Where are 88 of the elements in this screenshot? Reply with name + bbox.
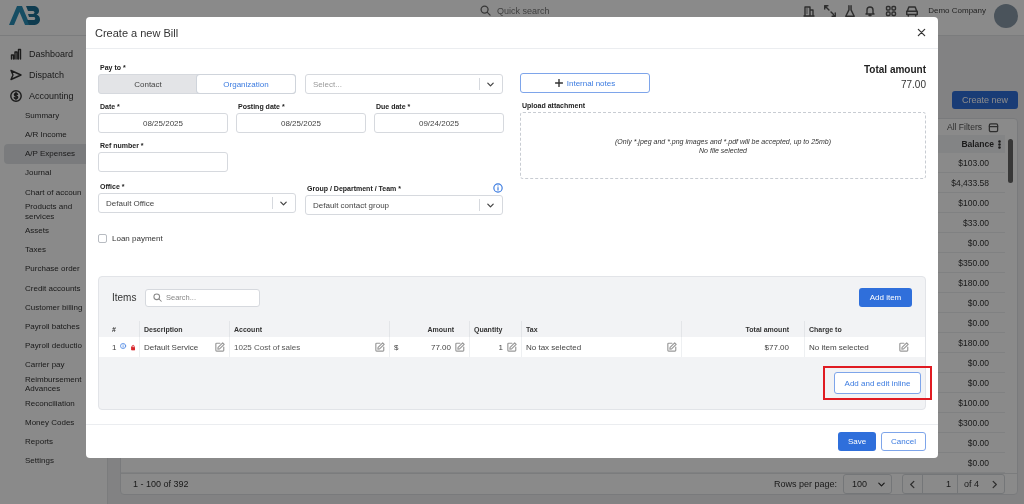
toggle-option[interactable]: Contact [99,75,197,93]
info-icon [120,341,127,351]
avatar[interactable] [994,4,1018,28]
plus-icon [554,79,563,87]
dollar-icon [10,89,22,102]
lock-icon [130,342,135,352]
table-cell: $4,433.58 [951,177,989,188]
charge-to-cell: No item selected [809,342,869,352]
create-new-button[interactable]: Create new [951,91,1018,109]
rows-per-page-select[interactable]: 100 [842,474,892,494]
table-cell: $180.00 [958,337,989,348]
search-icon [153,293,162,302]
search-icon [480,5,491,16]
checkbox-label: Loan payment [112,234,163,243]
close-button[interactable] [917,28,926,37]
date-field[interactable]: 09/24/2025 [374,113,504,133]
total-cell: $77.00 [764,342,789,352]
toggle-option[interactable]: Organization [197,75,295,93]
page-range: 1 - 100 of 392 [133,479,189,489]
table-cell: $100.00 [958,397,989,408]
office-select[interactable]: Default Office [98,193,296,213]
edit-icon [375,342,385,352]
expand-icon [824,5,837,17]
table-cell: $0.00 [967,297,989,308]
table-cell: $33.00 [963,217,989,228]
edit-icon [455,342,465,352]
table-cell: $0.00 [967,317,989,328]
edit-icon [215,342,225,352]
table-cell: $180.00 [958,277,989,288]
bar-chart-icon [10,47,22,60]
table-cell: $300.00 [958,417,989,428]
edit-icon [667,342,677,352]
currency-symbol: $ [394,342,399,352]
add-item-button[interactable]: Add item [859,288,912,307]
quantity-cell: 1 [498,342,503,352]
company-name: Demo Company [928,6,986,15]
page-count: of 4 [963,479,980,489]
add-inline-button[interactable]: Add and edit inline [834,372,921,394]
quick-search-field[interactable]: Quick search [497,5,550,16]
dialog-title: Create a new Bill [95,26,179,39]
table-cell: $350.00 [958,257,989,268]
rows-per-page-label: Rows per page: [773,479,837,489]
table-cell: $0.00 [967,437,989,448]
save-button[interactable]: Save [838,432,876,451]
amount-cell: 77.00 [430,342,451,352]
pay-to-select[interactable]: Select... [305,74,503,94]
table-cell: $0.00 [967,237,989,248]
total-value: 77.00 [899,79,926,90]
total-label: Total amount [863,64,926,75]
edit-icon [898,342,909,352]
account-cell: 1025 Cost of sales [234,342,301,352]
item-row[interactable]: 1 Default Service 1025 Cost of sales $ 77.00 1 No tax selected $77.00 No item selected [99,337,925,357]
send-icon [10,68,22,81]
sidebar-item[interactable]: Settings [4,451,104,471]
sidebar-item[interactable]: Dashboard [4,43,104,64]
table-cell: $0.00 [967,357,989,368]
internal-notes-button[interactable]: Internal notes [520,73,650,93]
checkbox[interactable] [98,234,107,243]
chevron-right-icon [991,479,998,489]
close-icon [917,28,926,37]
logo-icon [8,4,40,26]
ref-number-field[interactable] [98,152,228,172]
date-field[interactable]: 08/25/2025 [236,113,366,133]
cancel-button[interactable]: Cancel [881,432,926,451]
table-cell: $0.00 [967,377,989,388]
kebab-icon [998,139,1001,149]
table-cell: $103.00 [958,157,989,168]
description-cell: Default Service [144,342,199,352]
calendar-icon [988,121,999,133]
items-title: Items [112,292,138,303]
info-icon [493,183,503,193]
flask-icon [845,5,856,17]
chevron-left-icon [909,479,916,489]
row-number: 1 [112,342,117,352]
date-field[interactable]: 08/25/2025 [98,113,228,133]
table-cell: $0.00 [967,457,989,468]
column-header: Balance [961,139,994,149]
filters-button[interactable]: All Filters [947,122,982,132]
scrollbar[interactable] [1008,139,1013,183]
tax-cell: No tax selected [526,342,582,352]
group-select[interactable]: Default contact group [305,195,503,215]
table-cell: $100.00 [958,197,989,208]
page-input[interactable]: 1 [922,475,958,493]
grid-icon [885,5,898,17]
bell-icon [864,5,877,17]
car-icon [906,5,919,17]
edit-icon [507,342,517,352]
building-icon [803,5,816,17]
